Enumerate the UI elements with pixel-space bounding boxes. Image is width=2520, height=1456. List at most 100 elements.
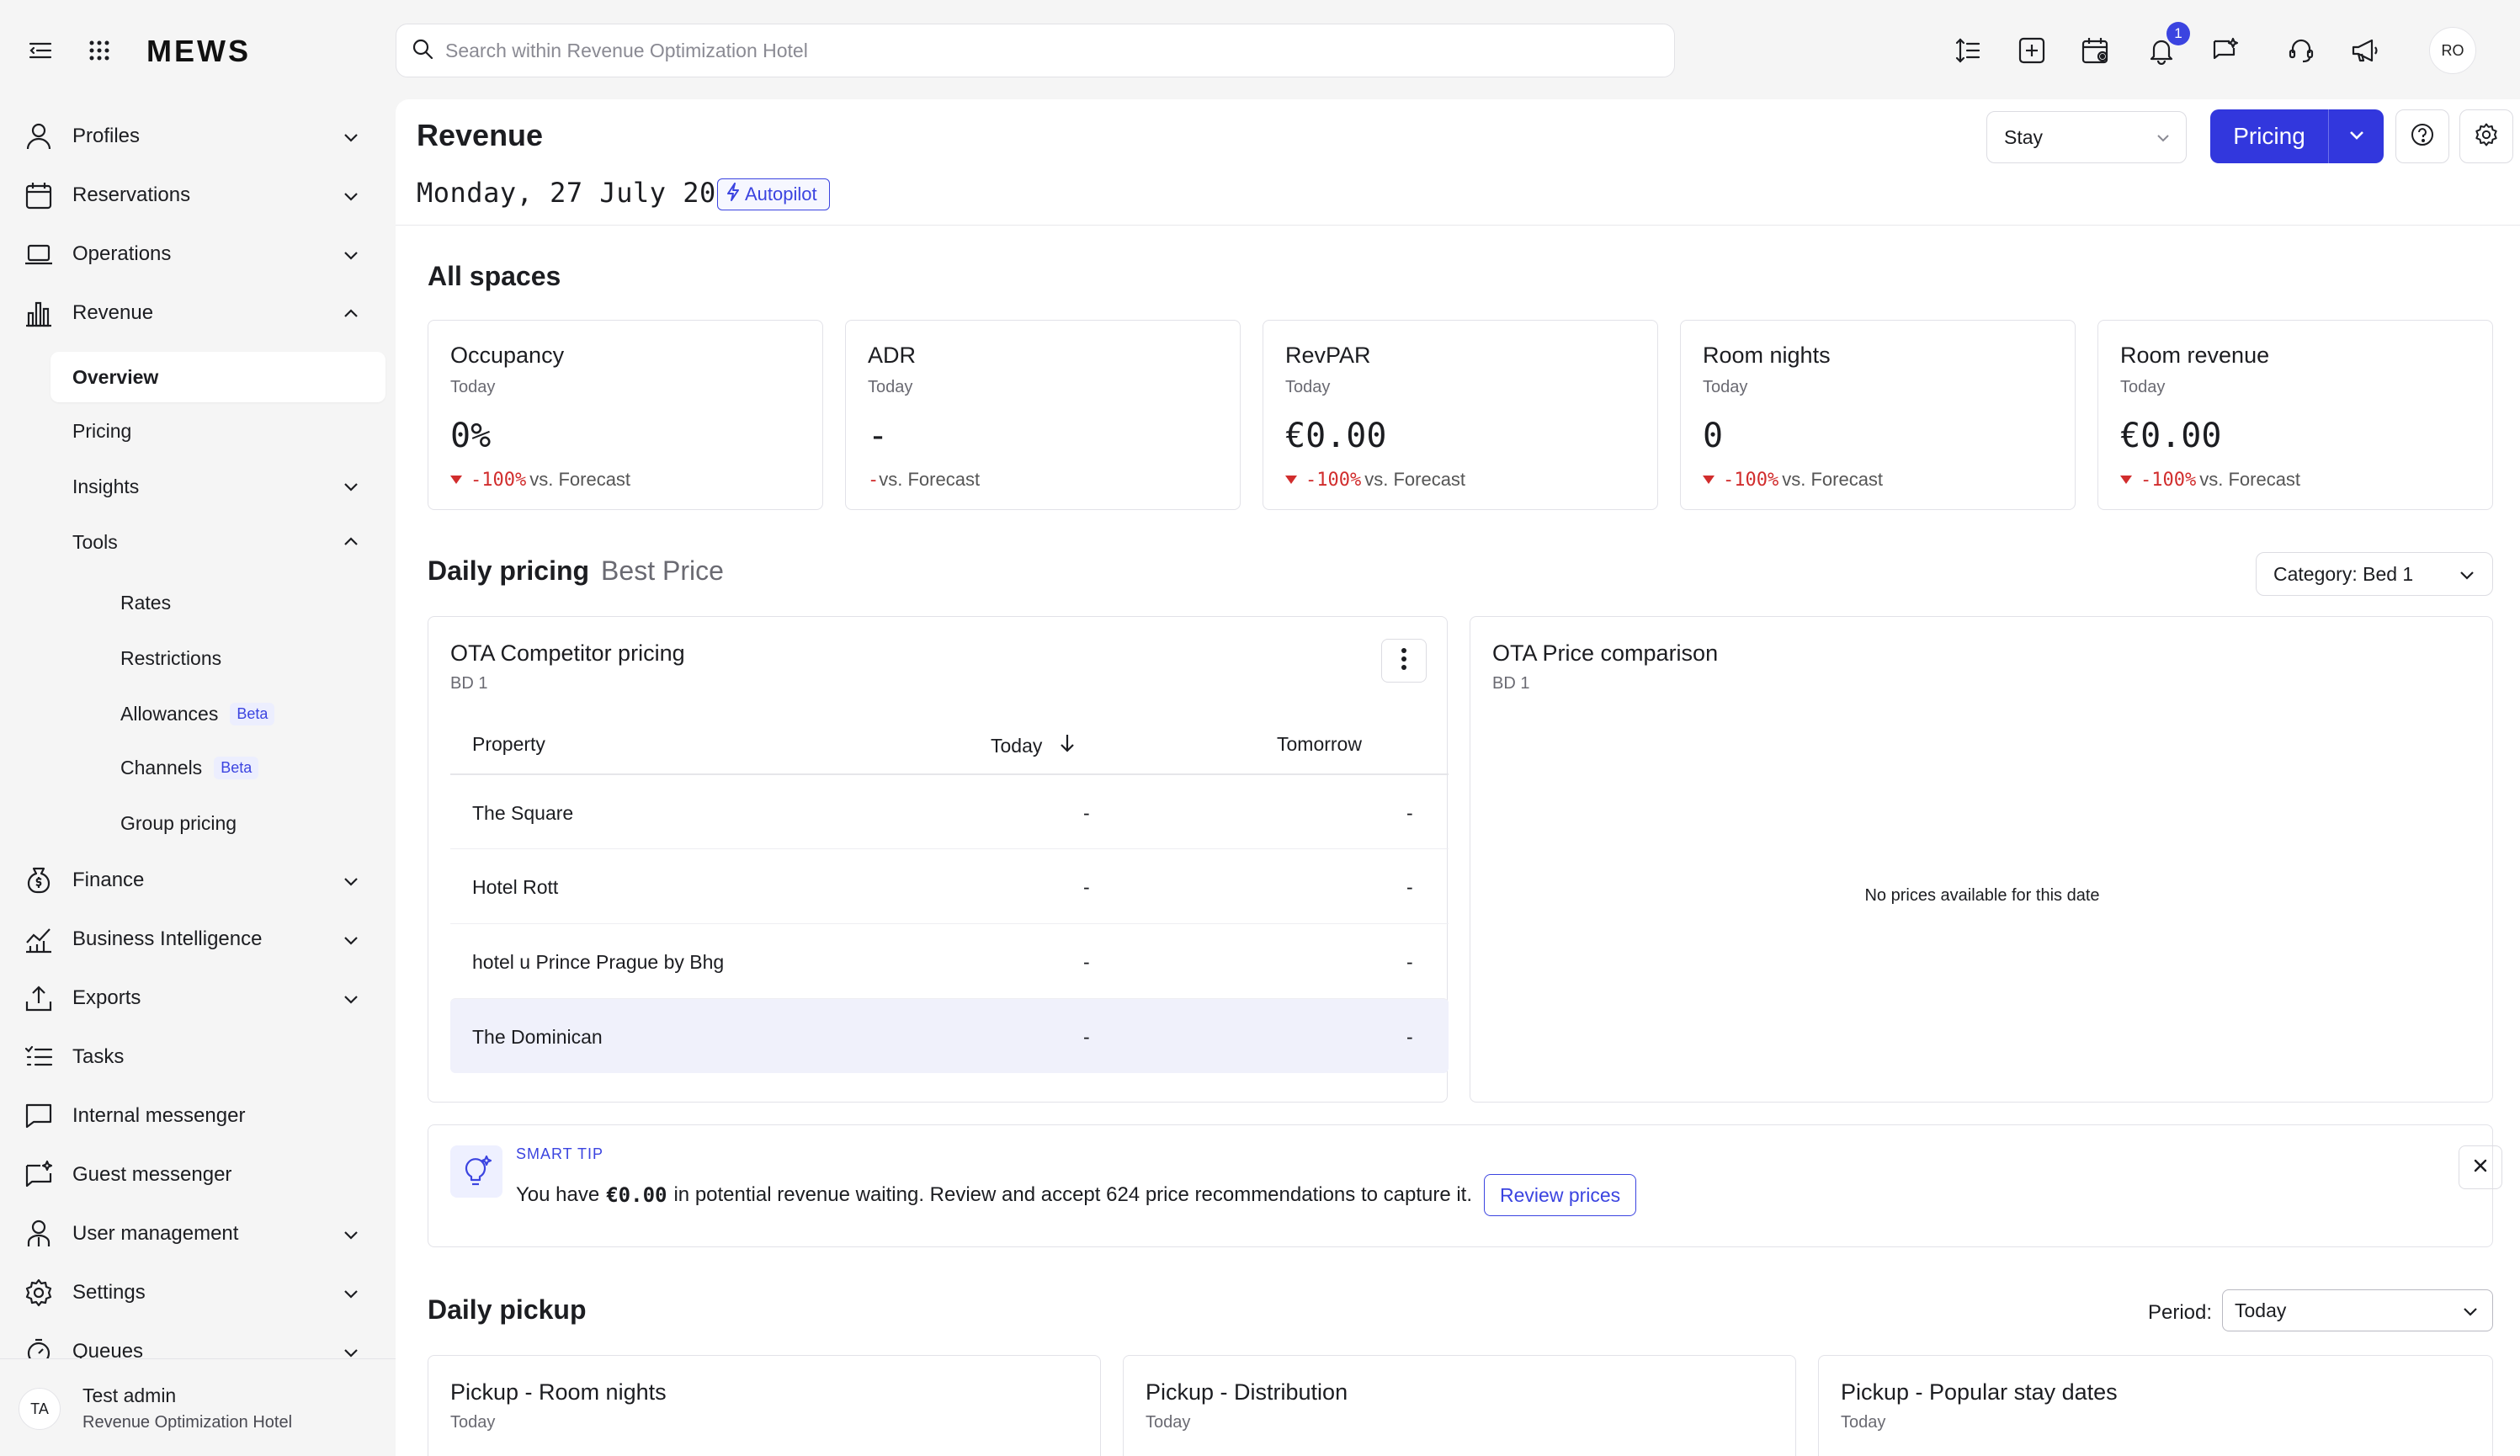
kpi-delta: -100% vs. Forecast xyxy=(1703,469,1883,491)
all-spaces-title: All spaces xyxy=(428,261,561,291)
kpi-card-occupancy: Occupancy Today 0% -100% vs. Forecast xyxy=(428,320,823,510)
sidebar-item-internal-messenger[interactable]: Internal messenger xyxy=(0,1089,396,1143)
cell-property: The Square xyxy=(472,802,574,824)
add-square-icon[interactable] xyxy=(2013,32,2050,69)
sidebar-item-label: Finance xyxy=(72,869,145,891)
sidebar-item-label: Internal messenger xyxy=(72,1104,246,1127)
column-header-tomorrow[interactable]: Tomorrow xyxy=(1277,733,1362,756)
sidebar-item-restrictions[interactable]: Restrictions xyxy=(120,633,221,683)
down-arrow-icon xyxy=(450,476,462,484)
mews-logo[interactable]: MEWS xyxy=(146,34,251,69)
guest-messenger-icon[interactable] xyxy=(2207,32,2244,69)
help-button[interactable] xyxy=(2395,109,2449,163)
table-row[interactable]: The Dominican - - xyxy=(450,998,1449,1073)
sidebar-item-business-intelligence[interactable]: Business Intelligence xyxy=(0,912,396,966)
table-row[interactable]: The Square - - xyxy=(450,773,1449,848)
sidebar-item-operations[interactable]: Operations xyxy=(0,227,396,281)
sidebar-item-allowances[interactable]: Allowances Beta xyxy=(120,688,275,739)
table-row[interactable]: Hotel Rott - - xyxy=(450,848,1449,923)
pricing-button[interactable]: Pricing xyxy=(2210,109,2328,163)
empty-state-message: No prices available for this date xyxy=(1864,886,2100,905)
kpi-title: Room revenue xyxy=(2120,343,2270,368)
notification-count-badge: 1 xyxy=(2166,22,2190,45)
sidebar-item-profiles[interactable]: Profiles xyxy=(0,109,396,163)
kpi-delta: -100% vs. Forecast xyxy=(1285,469,1465,491)
notifications-bell-icon[interactable]: 1 xyxy=(2143,22,2190,69)
chevron-down-icon xyxy=(340,1283,362,1305)
kpi-delta-suffix: vs. Forecast xyxy=(1782,469,1884,490)
sidebar-item-pricing[interactable]: Pricing xyxy=(72,406,131,456)
chevron-down-icon xyxy=(340,476,362,502)
pricing-menu-button[interactable] xyxy=(2328,109,2384,163)
page-date: Monday, 27 July 2026 xyxy=(417,177,750,209)
close-tip-button[interactable] xyxy=(2459,1145,2502,1189)
chevron-up-icon xyxy=(340,303,362,325)
kpi-subtitle: Today xyxy=(450,378,496,396)
lightbulb-sparkle-icon xyxy=(450,1145,502,1198)
settings-button[interactable] xyxy=(2459,109,2513,163)
pickup-room-nights-card: Pickup - Room nights Today xyxy=(428,1355,1101,1456)
chat-icon xyxy=(24,1101,54,1131)
sidebar-item-settings[interactable]: Settings xyxy=(0,1266,396,1320)
sidebar-item-guest-messenger[interactable]: Guest messenger xyxy=(0,1148,396,1202)
stay-select[interactable]: Stay xyxy=(1986,111,2187,163)
gear-icon xyxy=(2474,122,2499,151)
sidebar-item-channels[interactable]: Channels Beta xyxy=(120,742,259,793)
down-arrow-icon xyxy=(1703,476,1715,484)
sidebar-item-label: Allowances xyxy=(120,702,219,725)
top-bar: MEWS 1 RO xyxy=(0,0,2520,99)
sidebar-item-finance[interactable]: Finance xyxy=(0,853,396,907)
current-user-card[interactable]: TA Test admin Revenue Optimization Hotel xyxy=(0,1358,396,1456)
sidebar-item-label: Revenue xyxy=(72,301,154,324)
chevron-down-icon xyxy=(2154,129,2172,152)
sidebar-item-reservations[interactable]: Reservations xyxy=(0,168,396,222)
kpi-delta-suffix: vs. Forecast xyxy=(1364,469,1466,490)
smart-tip-text-after: in potential revenue waiting. Review and… xyxy=(673,1183,1473,1206)
sidebar-item-overview[interactable]: Overview xyxy=(51,352,385,402)
money-icon xyxy=(24,865,54,895)
search-bar[interactable] xyxy=(396,24,1675,77)
kpi-value: - xyxy=(868,417,889,455)
support-headset-icon[interactable] xyxy=(2283,32,2320,69)
period-select[interactable]: Today xyxy=(2222,1289,2493,1331)
card-subtitle: BD 1 xyxy=(1492,674,1530,693)
beta-badge: Beta xyxy=(230,702,275,725)
page-title: Revenue xyxy=(417,118,544,152)
column-header-today[interactable]: Today xyxy=(991,733,1076,758)
calendar-view-icon[interactable] xyxy=(2077,32,2114,69)
card-subtitle: BD 1 xyxy=(450,674,488,693)
menu-collapse-icon[interactable] xyxy=(24,34,57,67)
search-input[interactable] xyxy=(445,39,1624,62)
category-select[interactable]: Category: Bed 1 xyxy=(2256,552,2493,596)
sidebar-item-insights[interactable]: Insights xyxy=(72,461,385,512)
announcements-megaphone-icon[interactable] xyxy=(2347,32,2384,69)
sidebar-item-tasks[interactable]: Tasks xyxy=(0,1030,396,1084)
kpi-delta-value: -100% xyxy=(1723,469,1779,491)
sidebar-item-user-management[interactable]: User management xyxy=(0,1207,396,1261)
sidebar-item-group-pricing[interactable]: Group pricing xyxy=(120,798,237,848)
sidebar-item-label: Guest messenger xyxy=(72,1163,232,1186)
table-row[interactable]: hotel u Prince Prague by Bhg - - xyxy=(450,923,1449,998)
sidebar-item-label: Channels xyxy=(120,756,203,778)
kpi-delta-value: -100% xyxy=(471,469,527,491)
kpi-value: €0.00 xyxy=(2120,417,2222,455)
card-subtitle: Today xyxy=(450,1413,496,1432)
smart-tip-text: You have €0.00 in potential revenue wait… xyxy=(516,1174,1637,1216)
sort-height-icon[interactable] xyxy=(1949,32,1986,69)
user-avatar[interactable]: RO xyxy=(2429,27,2476,74)
more-options-button[interactable] xyxy=(1381,639,1427,683)
sidebar-item-exports[interactable]: Exports xyxy=(0,971,396,1025)
app-grid-icon[interactable] xyxy=(82,34,116,67)
autopilot-badge[interactable]: Autopilot xyxy=(717,178,830,210)
sidebar-item-revenue[interactable]: Revenue xyxy=(0,286,396,340)
chevron-down-icon xyxy=(340,185,362,207)
sidebar-item-rates[interactable]: Rates xyxy=(120,577,171,628)
review-prices-button[interactable]: Review prices xyxy=(1484,1174,1637,1216)
sidebar-item-label: User management xyxy=(72,1222,239,1245)
kpi-delta-value: - xyxy=(868,469,880,491)
sidebar-item-label: Tasks xyxy=(72,1045,125,1068)
sidebar-item-tools[interactable]: Tools xyxy=(72,517,385,567)
column-header-property[interactable]: Property xyxy=(472,733,545,756)
daily-pricing-subtitle: Best Price xyxy=(601,555,724,586)
beta-badge: Beta xyxy=(214,756,259,779)
